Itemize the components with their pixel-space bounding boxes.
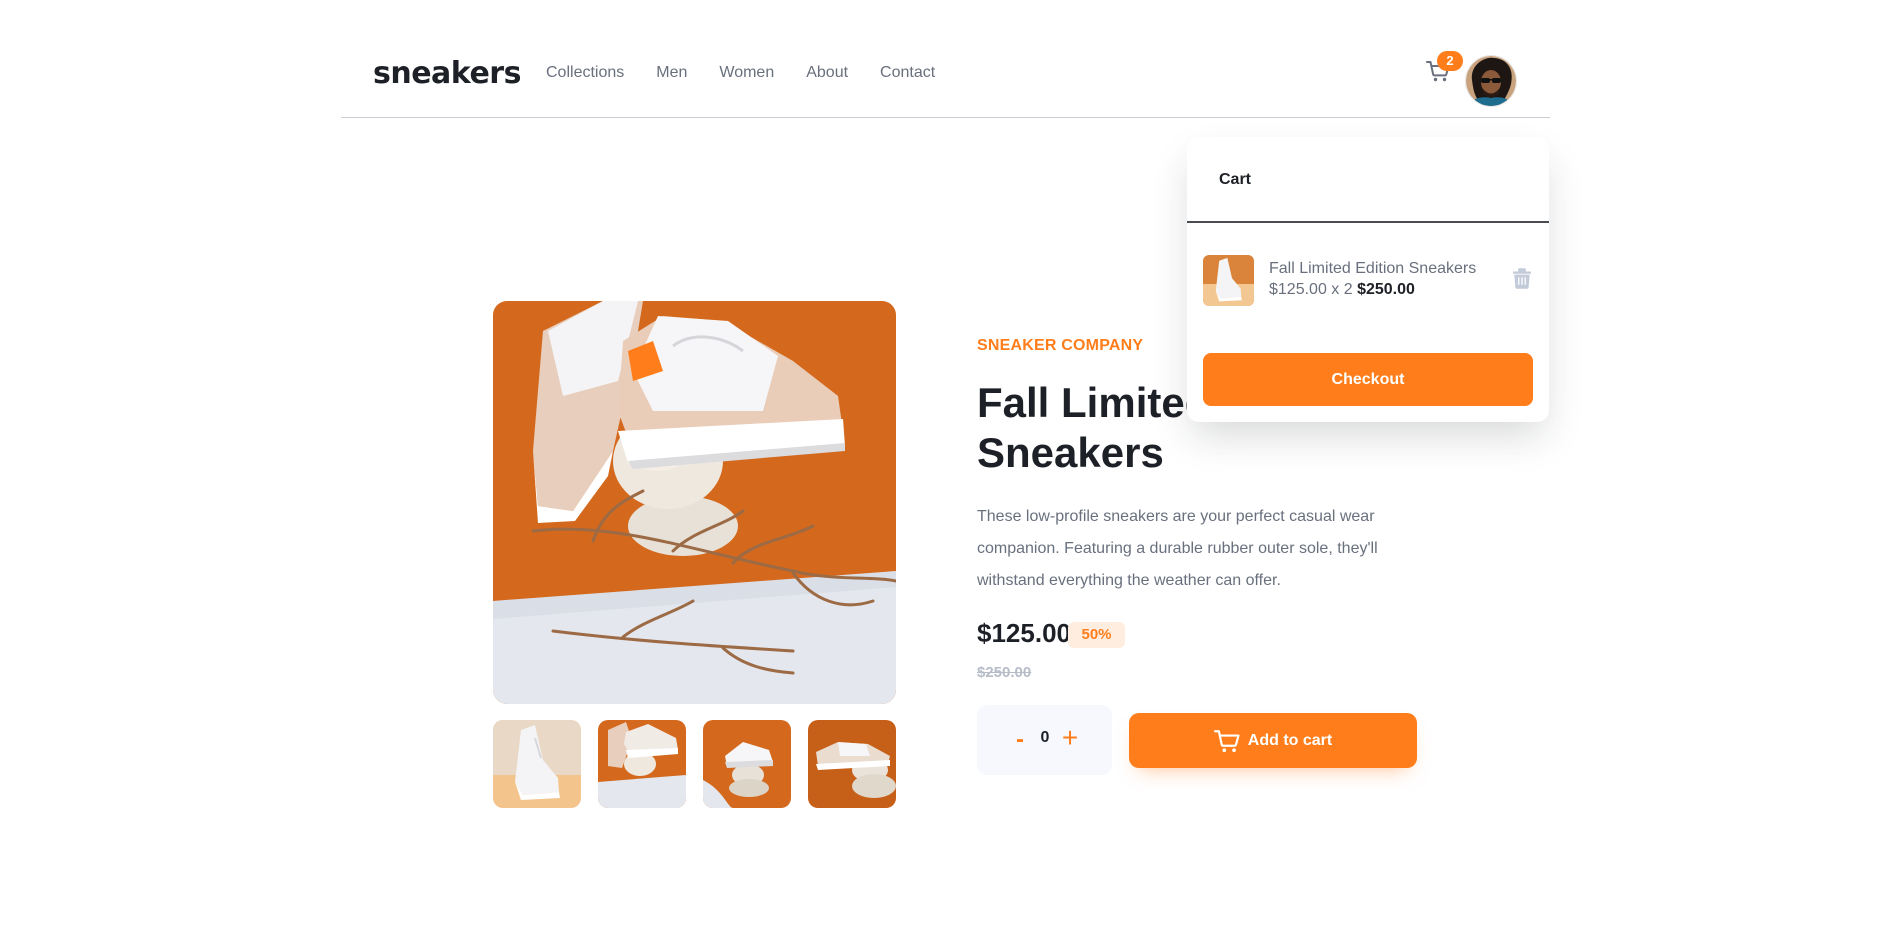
nav-men[interactable]: Men xyxy=(656,63,687,83)
checkout-button[interactable]: Checkout xyxy=(1203,353,1533,406)
cart-item-name: Fall Limited Edition Sneakers xyxy=(1269,260,1477,277)
add-to-cart-button[interactable]: Add to cart xyxy=(1129,713,1417,768)
trash-icon xyxy=(1513,268,1531,289)
add-to-cart-label: Add to cart xyxy=(1247,731,1333,749)
product-title-line-2: Sneakers xyxy=(977,429,1164,476)
thumbnail-3[interactable] xyxy=(703,720,791,808)
cart-count-badge: 2 xyxy=(1437,51,1463,71)
delete-item-button[interactable] xyxy=(1513,268,1533,290)
cart-item-thumbnail xyxy=(1203,255,1254,306)
product-description: These low-profile sneakers are your perf… xyxy=(977,508,1378,589)
company-name: SNEAKER COMPANY xyxy=(977,337,1144,354)
thumbnail-2[interactable] xyxy=(598,720,686,808)
nav-women[interactable]: Women xyxy=(719,63,774,83)
site-header: sneakers Collections Men Women About Con… xyxy=(341,0,1550,118)
current-price: $125.00 xyxy=(977,618,1071,648)
thumbnail-1[interactable] xyxy=(493,720,581,808)
main-nav: Collections Men Women About Contact xyxy=(546,63,935,83)
cart-dropdown: Cart Fall Limited Edition Sneakers $125.… xyxy=(1187,137,1549,422)
main-product-image[interactable] xyxy=(493,301,896,704)
original-price: $250.00 xyxy=(977,664,1032,681)
nav-contact[interactable]: Contact xyxy=(880,63,935,83)
thumbnail-strip xyxy=(493,720,896,808)
discount-badge: 50% xyxy=(1068,622,1125,648)
thumbnail-4[interactable] xyxy=(808,720,896,808)
cart-item-total: $250.00 xyxy=(1357,281,1415,298)
nav-collections[interactable]: Collections xyxy=(546,63,624,83)
cart-divider xyxy=(1187,221,1549,223)
cart-item-price-line: $125.00 x 2 $250.00 xyxy=(1269,280,1415,300)
nav-about[interactable]: About xyxy=(806,63,848,83)
logo[interactable]: sneakers xyxy=(373,57,521,91)
product-title-line-1: Fall Limited xyxy=(977,379,1211,426)
avatar[interactable] xyxy=(1466,56,1516,106)
quantity-decrease-button[interactable]: - xyxy=(1011,723,1029,753)
quantity-stepper: - 0 + xyxy=(977,705,1112,775)
cart-icon xyxy=(1213,729,1240,752)
quantity-value: 0 xyxy=(1040,729,1050,746)
quantity-increase-button[interactable]: + xyxy=(1059,723,1081,753)
cart-item-unit-price: $125.00 x 2 xyxy=(1269,281,1353,298)
cart-title: Cart xyxy=(1219,171,1252,188)
